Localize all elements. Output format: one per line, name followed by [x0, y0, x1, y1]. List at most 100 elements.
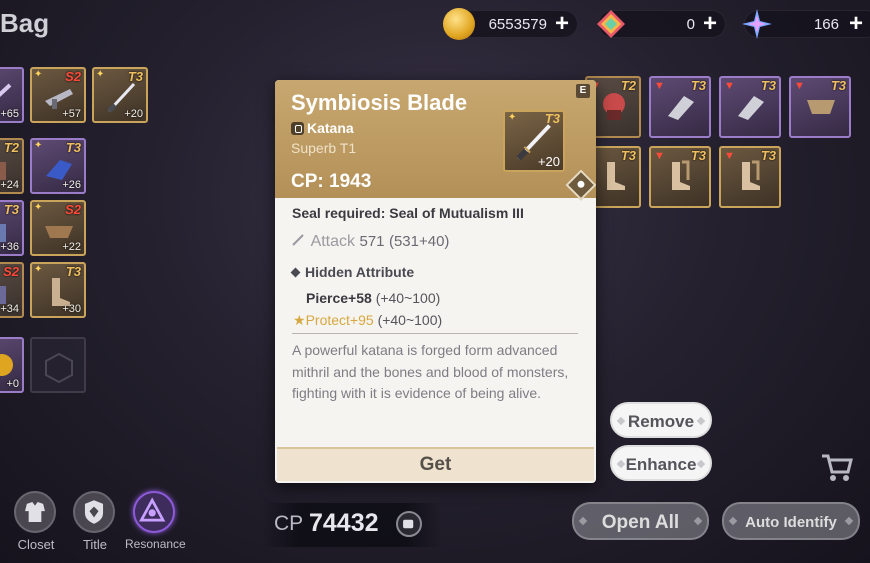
resonance-icon	[133, 491, 175, 533]
inventory-slot[interactable]: T2 +24	[0, 138, 24, 194]
add-gem-button[interactable]: +	[845, 12, 867, 36]
title-nav-button[interactable]: Title	[65, 489, 125, 559]
enhance-level: +34	[0, 303, 19, 315]
gold-value: 6553579	[488, 16, 547, 33]
crystal-currency: 0 +	[597, 10, 726, 38]
seal-requirement: Seal required: Seal of Mutualism III	[292, 205, 524, 221]
total-cp-display: CP 74432	[262, 503, 442, 547]
enhance-level: +20	[124, 108, 143, 120]
cp-value: 74432	[309, 509, 379, 537]
gauntlet-icon	[738, 96, 764, 120]
protect-attribute: ★Protect+95 (+40~100)	[293, 312, 442, 329]
cp-label: CP	[274, 512, 304, 535]
inventory-slot-empty[interactable]	[30, 337, 86, 393]
fist-icon	[396, 511, 422, 537]
view-eye-icon[interactable]	[565, 169, 596, 201]
resonance-label: Resonance	[125, 537, 186, 551]
closet-nav-button[interactable]: Closet	[6, 489, 66, 559]
enhance-level: +24	[0, 179, 19, 191]
star-icon: ✦	[34, 140, 43, 151]
item-thumbnail: ✦ T3 +20	[503, 110, 565, 172]
item-tooltip: Symbiosis Blade Katana Superb T1 CP: 194…	[275, 80, 596, 483]
crystal-icon	[597, 10, 625, 38]
star-gem-icon	[742, 9, 772, 39]
inventory-slot[interactable]: ✦ S2 +22	[30, 200, 86, 256]
get-button[interactable]: Get	[277, 447, 594, 481]
inventory-slot[interactable]: S2 +34	[0, 262, 24, 318]
inventory-slot[interactable]: ✦ T3 +30	[30, 262, 86, 318]
auto-identify-button[interactable]: Auto Identify	[722, 502, 860, 540]
lock-icon	[291, 121, 304, 135]
protect-value: Protect+95	[305, 312, 374, 328]
inventory-slot[interactable]: ▼ T3	[719, 146, 781, 208]
inventory-slot[interactable]: +0	[0, 337, 24, 393]
add-gold-button[interactable]: +	[551, 12, 573, 36]
crystal-value: 0	[686, 16, 695, 33]
enhance-level: +65	[0, 108, 19, 120]
inventory-slot[interactable]: T3 +36	[0, 200, 24, 256]
item-grade: Superb T1	[291, 140, 357, 156]
gem-currency: 166 +	[742, 9, 870, 39]
enhance-level: +30	[62, 303, 81, 315]
star-icon: ✦	[96, 69, 105, 80]
belt-icon	[807, 100, 835, 114]
closet-label: Closet	[17, 537, 55, 552]
inventory-slot[interactable]: ✦ T3 +20	[92, 67, 148, 123]
inventory-slot[interactable]: ▼ T3	[719, 76, 781, 138]
protect-range: (+40~100)	[377, 312, 443, 328]
star-icon: ★	[293, 312, 306, 328]
pierce-range: (+40~100)	[375, 290, 441, 306]
helmet-icon	[603, 93, 625, 120]
enhance-level: +22	[62, 241, 81, 253]
diamond-bullet-icon	[290, 267, 301, 278]
item-name: Symbiosis Blade	[291, 90, 468, 115]
boots-icon	[607, 162, 625, 190]
item-description: A powerful katana is forged form advance…	[292, 342, 569, 401]
remove-button[interactable]: Remove	[610, 402, 712, 438]
add-crystal-button[interactable]: +	[699, 12, 721, 36]
pierce-attribute: Pierce+58 (+40~100)	[306, 290, 440, 306]
gold-coin-icon	[443, 8, 475, 40]
item-type: Katana	[291, 120, 354, 136]
item-cp: CP: 1943	[291, 171, 372, 192]
star-icon: ✦	[34, 202, 43, 213]
hidden-attribute-heading: Hidden Attribute	[290, 264, 414, 280]
divider	[292, 333, 578, 334]
boots-icon	[742, 160, 760, 190]
star-icon: ✦	[34, 69, 43, 80]
attack-label: Attack	[310, 233, 356, 250]
inventory-slot[interactable]: +65	[0, 67, 24, 123]
equip-badge: E	[576, 84, 590, 98]
cube-icon	[45, 352, 73, 383]
gem-value: 166	[813, 16, 839, 33]
inventory-slot[interactable]: ▼ T3	[649, 76, 711, 138]
enhance-level: +26	[62, 179, 81, 191]
shop-cart-icon[interactable]	[820, 450, 854, 484]
enhance-level: +36	[0, 241, 19, 253]
open-all-button[interactable]: Open All	[572, 502, 709, 540]
inventory-slot[interactable]: ▼ T3	[649, 146, 711, 208]
attack-breakdown: (531+40)	[388, 233, 450, 250]
attack-value: 571	[359, 233, 385, 250]
gold-currency: 6553579 +	[443, 8, 578, 40]
enhance-level: +20	[537, 154, 560, 169]
bag-title: Bag	[0, 8, 50, 38]
gauntlet-icon	[668, 96, 694, 120]
attack-row: Attack 571 (531+40)	[292, 233, 449, 251]
enhance-button[interactable]: Enhance	[610, 445, 712, 481]
star-icon: ✦	[34, 264, 43, 275]
inventory-slot[interactable]: ✦ S2 +57	[30, 67, 86, 123]
title-icon	[73, 491, 115, 533]
sword-icon	[292, 234, 304, 246]
enhance-level: +0	[6, 378, 19, 390]
resonance-nav-button[interactable]: Resonance	[125, 489, 186, 559]
inventory-slot[interactable]: ▼ T3	[789, 76, 851, 138]
boots-icon	[672, 160, 690, 190]
enhance-level: +57	[62, 108, 81, 120]
closet-icon	[14, 491, 56, 533]
item-type-label: Katana	[307, 120, 354, 136]
title-label: Title	[82, 537, 108, 552]
inventory-slot[interactable]: ✦ T3 +26	[30, 138, 86, 194]
tooltip-header: Symbiosis Blade Katana Superb T1 CP: 194…	[275, 80, 596, 201]
pierce-value: Pierce+58	[306, 290, 372, 306]
